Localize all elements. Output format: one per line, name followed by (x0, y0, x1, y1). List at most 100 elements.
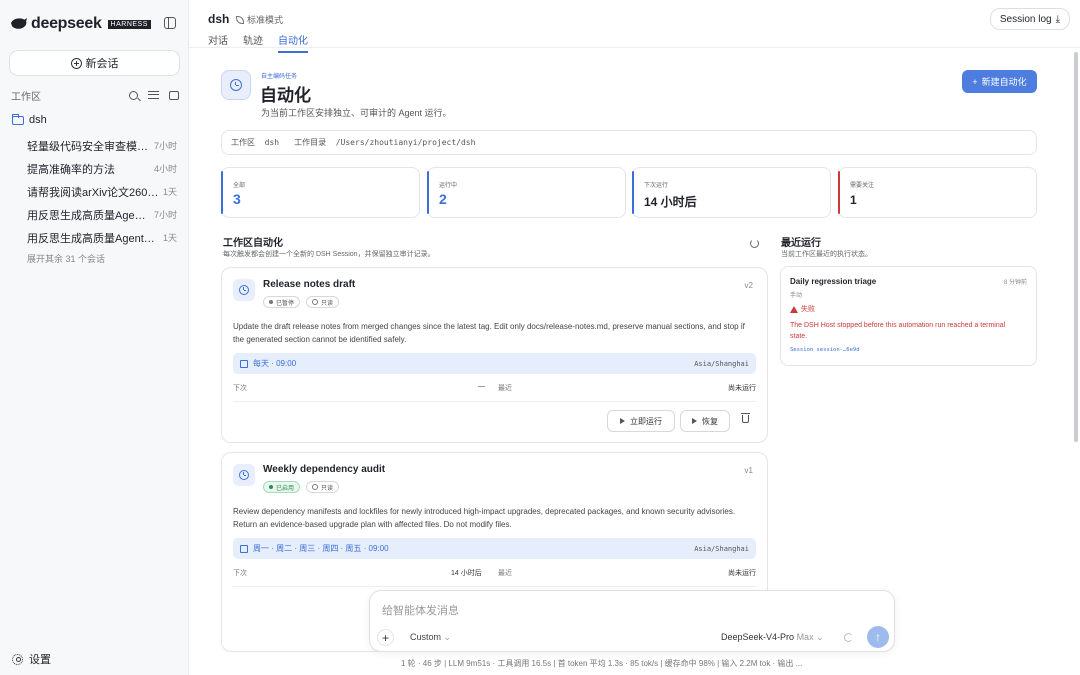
sidebar-toggle-icon[interactable] (164, 17, 176, 29)
conversation-age: 1天 (162, 187, 177, 197)
stat-value: 14 小时后 (644, 195, 697, 209)
attach-plus-button[interactable]: + (377, 629, 394, 646)
main-content: 自主编码任务 自动化 为当前工作区安排独立、可审计的 Agent 运行。 + 新… (189, 48, 1073, 675)
page-eyebrow: 自主编码任务 (261, 74, 298, 80)
last-run-label: 最近 (498, 385, 512, 392)
workspace-field-value: dsh (264, 138, 280, 147)
brand-name: deepseek (31, 15, 102, 32)
whale-logo-icon (11, 18, 27, 29)
add-folder-icon[interactable] (169, 90, 179, 100)
page-subtitle: 为当前工作区安排独立、可审计的 Agent 运行。 (261, 108, 452, 118)
expand-more-link[interactable]: 展开其余 31 个会话 (27, 252, 105, 265)
schedule-text: 每天 · 09:00 (253, 359, 297, 368)
schedule-bar: 每天 · 09:00 Asia/Shanghai (233, 353, 756, 374)
automation-icon (221, 70, 251, 100)
recent-runs-subtitle: 当前工作区最近的执行状态。 (781, 251, 872, 258)
recent-runs-title: 最近运行 (781, 238, 821, 249)
next-run-value: — (478, 383, 485, 390)
automation-name: Weekly dependency audit (263, 464, 386, 475)
recent-run-session-link[interactable]: Session session-…6e9d (790, 347, 860, 353)
conversation-age: 7小时 (153, 210, 177, 220)
conversation-item[interactable]: 用反思生成高质量Agent轨... 7小时 (27, 207, 177, 223)
search-icon[interactable] (129, 90, 138, 100)
last-run-value: 尚未运行 (728, 570, 756, 577)
loading-spinner-icon (844, 633, 853, 642)
warning-icon (790, 305, 798, 313)
conversation-item[interactable]: 请帮我阅读arXiv论文2604.2... 1天 (27, 184, 177, 200)
mode-label: 标准模式 (247, 15, 284, 25)
workspace-field: 工作区 dsh (231, 137, 279, 148)
mode-select[interactable]: Custom ⌄ (410, 632, 451, 643)
arrow-up-icon: ↑ (875, 630, 881, 644)
schedule-bar: 周一 · 周二 · 周三 · 周四 · 周五 · 09:00 Asia/Shan… (233, 538, 756, 559)
new-automation-label: 新建自动化 (981, 77, 1027, 87)
stat-label: 需要关注 (850, 183, 875, 189)
run-info-row: 下次 — 最近 尚未运行 (233, 383, 756, 402)
message-composer: 给智能体发消息 + Custom ⌄ DeepSeek-V4-Pro Max ⌄… (369, 590, 895, 652)
stat-running: 运行中 2 (427, 167, 626, 218)
mode-indicator[interactable]: 标准模式 (236, 13, 283, 26)
status-badge-label: 已启用 (276, 485, 295, 492)
stat-attention: 需要关注 1 (838, 167, 1037, 218)
filter-icon[interactable] (148, 91, 159, 99)
resume-label: 恢复 (702, 416, 718, 426)
automations-section-title: 工作区自动化 (223, 238, 283, 249)
conversation-item[interactable]: 用反思生成高质量Agent轨迹 ... 1天 (27, 230, 177, 246)
recent-run-status: 失败 (790, 304, 815, 314)
stat-value: 3 (233, 191, 241, 207)
project-item-dsh[interactable]: dsh (12, 113, 47, 126)
resume-button[interactable]: 恢复 (680, 410, 730, 432)
trash-icon[interactable] (741, 413, 750, 423)
recent-run-name: Daily regression triage (790, 277, 877, 286)
shield-icon (312, 299, 318, 305)
settings-label: 设置 (29, 654, 51, 666)
gear-icon (12, 653, 23, 665)
stat-value: 1 (850, 193, 857, 207)
conversation-title: 用反思生成高质量Agent轨... (27, 210, 150, 222)
recent-run-error: The DSH Host stopped before this automat… (790, 322, 1006, 340)
timezone: Asia/Shanghai (694, 359, 749, 368)
conversation-age: 7小时 (153, 141, 177, 151)
automation-description: Update the draft release notes from merg… (233, 322, 745, 344)
refresh-icon[interactable] (750, 239, 759, 248)
run-now-button[interactable]: 立即运行 (607, 410, 675, 432)
workspace-label: 工作区 (11, 91, 41, 103)
stat-label: 全部 (233, 183, 246, 189)
conversation-item[interactable]: 提高准确率的方法 4小时 (27, 161, 177, 177)
main-scrollbar[interactable] (1074, 52, 1078, 442)
sidebar: deepseek HARNESS 新会话 工作区 dsh 轻量级代码安全审查模型… (0, 0, 189, 675)
schedule-text: 周一 · 周二 · 周三 · 周四 · 周五 · 09:00 (253, 544, 389, 553)
send-button[interactable]: ↑ (867, 626, 889, 648)
settings-button[interactable]: 设置 (12, 651, 51, 667)
automations-section-subtitle: 每次触发都会创建一个全新的 DSH Session，并保留独立审计记录。 (223, 251, 435, 258)
stat-total: 全部 3 (221, 167, 420, 218)
shield-icon (312, 484, 318, 490)
message-input[interactable]: 给智能体发消息 (382, 602, 459, 618)
access-badge-label: 只读 (321, 300, 334, 307)
next-run-value: 14 小时后 (451, 570, 482, 577)
new-chat-label: 新会话 (85, 58, 119, 70)
folder-icon (12, 113, 24, 125)
recent-run-card[interactable]: Daily regression triage 8 分钟前 手动 失败 The … (780, 266, 1037, 366)
new-chat-button[interactable]: 新会话 (9, 50, 180, 76)
last-run-label: 最近 (498, 570, 512, 577)
session-log-button[interactable]: Session log ⤓ (989, 8, 1070, 30)
last-run-value: 尚未运行 (728, 385, 756, 392)
automation-card-icon (233, 279, 255, 301)
conversation-item[interactable]: 轻量级代码安全审查模型提案 7小时 (27, 138, 177, 154)
automation-description: Review dependency manifests and lockfile… (233, 507, 736, 529)
stat-label: 下次运行 (644, 183, 669, 189)
workspace-path-bar: 工作区 dsh 工作目录 /Users/zhoutianyi/project/d… (221, 130, 1037, 155)
dir-field-value: /Users/zhoutianyi/project/dsh (335, 138, 476, 147)
clock-icon (230, 79, 242, 91)
clock-icon (239, 285, 249, 295)
model-select[interactable]: DeepSeek-V4-Pro Max ⌄ (721, 632, 824, 643)
brand-logo: deepseek HARNESS (10, 14, 178, 34)
conversation-age: 4小时 (153, 164, 177, 174)
new-automation-button[interactable]: + 新建自动化 (962, 70, 1037, 93)
recent-run-trigger: 手动 (790, 293, 803, 299)
next-run-label: 下次 (233, 570, 247, 577)
clock-icon (239, 470, 249, 480)
access-badge-label: 只读 (321, 485, 334, 492)
recent-run-status-label: 失败 (801, 306, 815, 313)
